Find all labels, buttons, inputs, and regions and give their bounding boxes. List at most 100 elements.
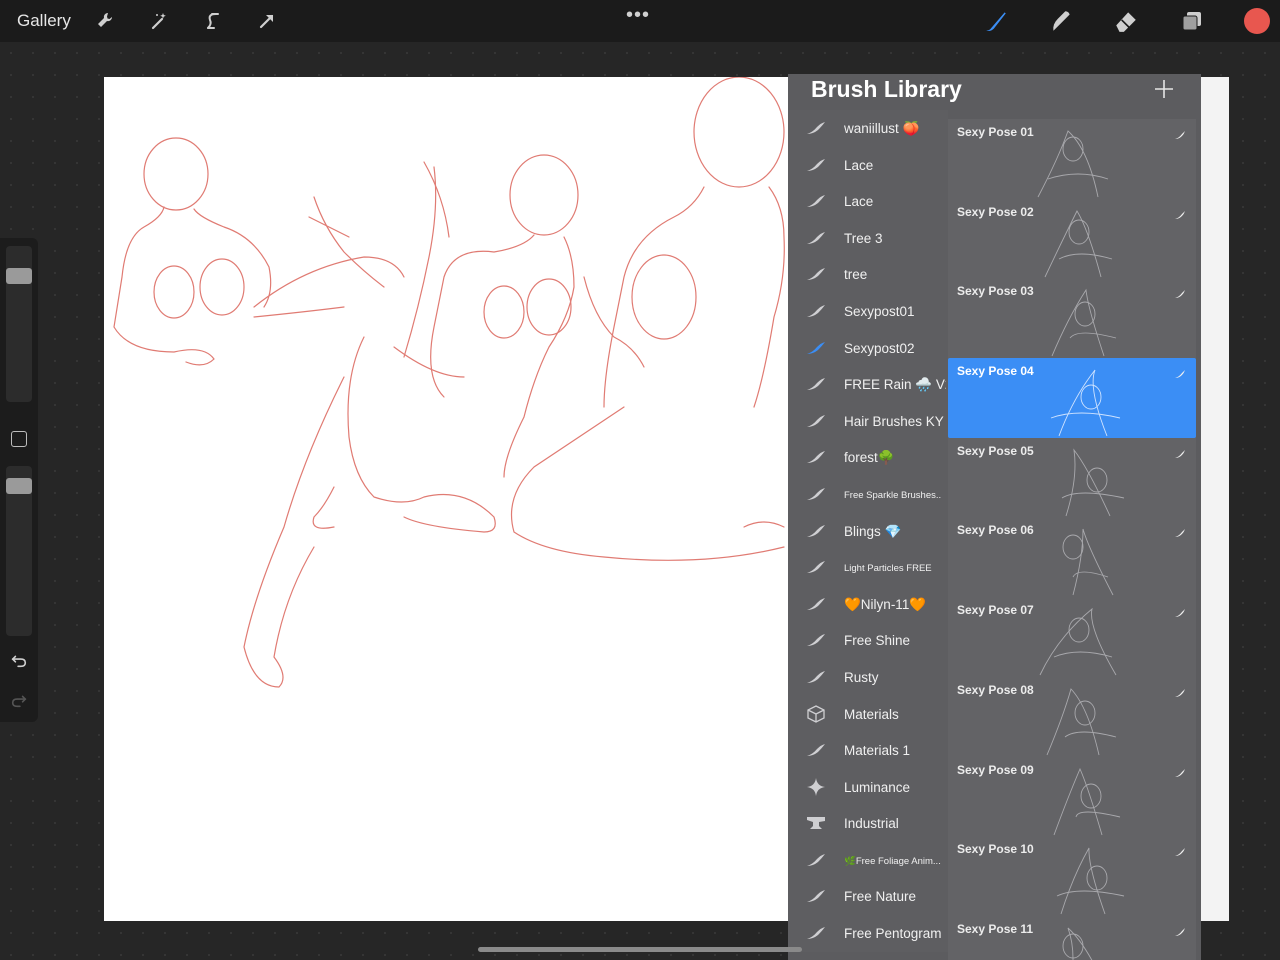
brush-list: Sexy Pose 01 Sexy Pose 02 Sexy Pose 03 S… (948, 119, 1196, 960)
brush-set-item[interactable]: Hair Brushes KY (788, 403, 948, 440)
brush-name: Sexy Pose 09 (957, 762, 1034, 777)
brush-set-item[interactable]: Free Pentogram (788, 915, 948, 952)
brush-set-item[interactable]: 🌿Free Foliage Anim... (788, 842, 948, 879)
panel-edge (1201, 77, 1229, 921)
brush-set-item[interactable]: Rusty (788, 659, 948, 696)
brush-set-label: Luminance (844, 779, 911, 795)
brush-item[interactable]: Sexy Pose 03 (948, 278, 1196, 358)
brush-stroke-icon (805, 886, 827, 906)
brush-set-item[interactable]: Sexypost01 (788, 293, 948, 330)
brush-set-label: Hair Brushes KY (844, 413, 944, 429)
brush-set-item[interactable]: Free Nature (788, 878, 948, 915)
brush-name: Sexy Pose 07 (957, 603, 1034, 618)
cube-icon (805, 704, 827, 724)
brush-set-label: FREE Rain 🌧️ V2 (844, 377, 946, 393)
brush-stroke-icon (805, 850, 827, 870)
brush-set-label: forest🌳 (844, 450, 895, 466)
brush-set-item[interactable]: Light Particles FREE (788, 549, 948, 586)
brush-stroke-icon (805, 740, 827, 760)
brush-set-label: Light Particles FREE (844, 563, 932, 575)
brush-stroke-icon (1174, 366, 1186, 379)
brush-set-label: Free Pentogram (844, 926, 942, 942)
brush-name: Sexy Pose 10 (957, 842, 1034, 857)
brush-stroke-icon (805, 228, 827, 248)
brush-set-list: waniillust 🍑 Lace Lace Tree 3 tree Sexypost01… (788, 110, 948, 952)
brush-name: Sexy Pose 11 (957, 921, 1034, 936)
brush-set-label: Materials (844, 706, 899, 722)
brush-set-item[interactable]: forest🌳 (788, 439, 948, 476)
brush-stroke-icon (805, 484, 827, 504)
brush-opacity-thumb[interactable] (6, 478, 32, 494)
brush-set-item[interactable]: Industrial (788, 805, 948, 842)
brush-stroke-icon (805, 557, 827, 577)
brush-icon[interactable] (982, 7, 1010, 35)
redo-icon[interactable] (9, 690, 29, 710)
brush-set-item[interactable]: tree (788, 256, 948, 293)
brush-stroke-icon (805, 191, 827, 211)
brush-stroke-icon (805, 374, 827, 394)
brush-set-item[interactable]: 🧡Nilyn-11🧡 (788, 586, 948, 623)
eraser-icon[interactable] (1112, 7, 1140, 35)
smudge-icon[interactable] (1047, 7, 1075, 35)
brush-set-item[interactable]: Sexypost02 (788, 330, 948, 367)
brush-set-item[interactable]: waniillust 🍑 (788, 110, 948, 147)
brush-stroke-icon (1174, 525, 1186, 538)
brush-item[interactable]: Sexy Pose 04 (948, 358, 1196, 438)
modify-button[interactable] (11, 431, 27, 447)
brush-set-label: Lace (844, 194, 874, 210)
undo-icon[interactable] (9, 650, 29, 670)
anvil-icon (805, 813, 827, 833)
more-options-button[interactable]: ••• (626, 4, 650, 27)
brush-item[interactable]: Sexy Pose 11 (948, 916, 1196, 960)
brush-set-label: Lace (844, 157, 874, 173)
brush-stroke-icon (805, 338, 827, 358)
transform-arrow-icon[interactable] (255, 9, 279, 33)
brush-set-label: 🌿Free Foliage Anim... (844, 855, 941, 867)
gallery-button[interactable]: Gallery (17, 11, 71, 31)
brush-item[interactable]: Sexy Pose 02 (948, 199, 1196, 279)
brush-set-label: Free Nature (844, 889, 917, 905)
brush-set-label: Sexypost02 (844, 340, 915, 356)
brush-size-thumb[interactable] (6, 268, 32, 284)
brush-stroke-icon (1174, 685, 1186, 697)
brush-item[interactable]: Sexy Pose 09 (948, 757, 1196, 837)
brush-set-item[interactable]: Free Shine (788, 622, 948, 659)
brush-set-item[interactable]: FREE Rain 🌧️ V2 (788, 366, 948, 403)
brush-set-item[interactable]: Free Sparkle Brushes.. (788, 476, 948, 513)
brush-stroke-icon (805, 264, 827, 284)
brush-name: Sexy Pose 03 (957, 284, 1034, 299)
brush-set-item[interactable]: Tree 3 (788, 220, 948, 257)
brush-set-label: waniillust 🍑 (844, 121, 920, 136)
brush-set-item[interactable]: Materials 1 (788, 732, 948, 769)
brush-stroke-icon (805, 630, 827, 650)
brush-set-item[interactable]: Lace (788, 147, 948, 184)
magic-wand-icon[interactable] (147, 9, 171, 33)
top-toolbar: Gallery ••• (0, 0, 1280, 42)
brush-stroke-icon (805, 594, 827, 614)
brush-item[interactable]: Sexy Pose 01 (948, 119, 1196, 199)
brush-item[interactable]: Sexy Pose 07 (948, 597, 1196, 677)
color-picker-button[interactable] (1244, 8, 1270, 34)
brush-set-item[interactable]: Blings 💎 (788, 513, 948, 550)
brush-opacity-slider[interactable] (6, 466, 32, 636)
brush-set-label: Free Sparkle Brushes.. (844, 489, 942, 501)
brush-item[interactable]: Sexy Pose 05 (948, 438, 1196, 518)
layers-icon[interactable] (1178, 7, 1206, 35)
brush-stroke-icon (805, 118, 827, 138)
plus-icon[interactable] (1152, 77, 1176, 101)
brush-stroke-icon (1174, 446, 1186, 458)
selection-icon[interactable] (201, 9, 225, 33)
brush-set-item[interactable]: Lace (788, 183, 948, 220)
brush-set-label: Tree 3 (844, 230, 883, 246)
brush-stroke-icon (1174, 765, 1186, 777)
brush-item[interactable]: Sexy Pose 06 (948, 517, 1196, 597)
brush-set-item[interactable]: Luminance (788, 769, 948, 806)
brush-item[interactable]: Sexy Pose 10 (948, 836, 1196, 916)
brush-stroke-icon (1174, 924, 1186, 936)
wrench-icon[interactable] (93, 9, 117, 33)
brush-size-slider[interactable] (6, 246, 32, 402)
brush-item[interactable]: Sexy Pose 08 (948, 677, 1196, 757)
brush-set-label: Blings 💎 (844, 523, 902, 539)
brush-stroke-icon (1174, 286, 1186, 299)
brush-set-item[interactable]: Materials (788, 696, 948, 733)
